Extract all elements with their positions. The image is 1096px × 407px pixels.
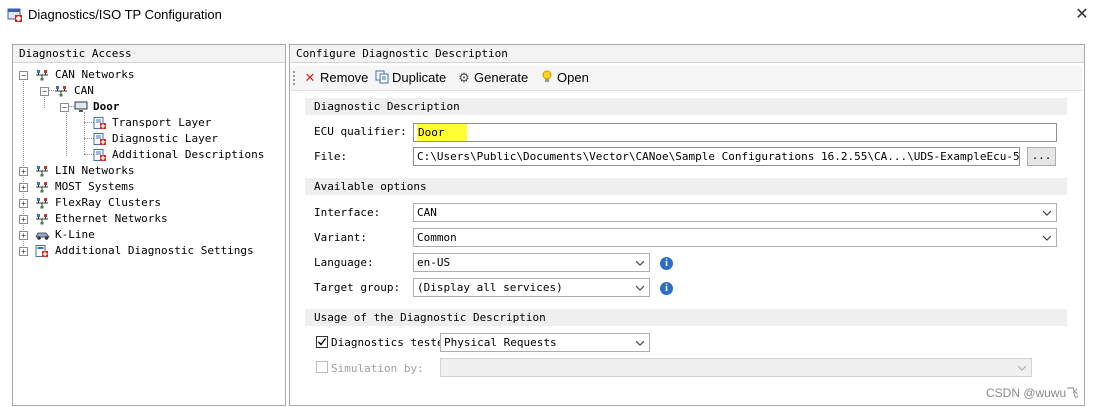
info-icon[interactable]: i xyxy=(660,282,673,295)
open-button[interactable]: Open xyxy=(540,66,589,90)
tree-expander[interactable]: + xyxy=(19,199,28,208)
tree-line xyxy=(23,78,24,252)
tree-expander[interactable]: + xyxy=(19,183,28,192)
toolbar-grip xyxy=(293,71,296,85)
tree-expander[interactable]: + xyxy=(19,215,28,224)
chevron-down-icon xyxy=(1018,365,1026,371)
diagnostics-tester-select[interactable]: Physical Requests xyxy=(440,333,650,352)
tree-expander[interactable]: + xyxy=(19,167,28,176)
section-available-options: Available options xyxy=(305,178,1067,195)
close-icon[interactable]: ✕ xyxy=(1072,3,1092,25)
network-icon xyxy=(54,85,68,97)
network-icon xyxy=(35,69,49,81)
toolbar: ✕ Remove Duplicate ⚙ Generate Open xyxy=(290,66,1082,91)
network-icon xyxy=(35,181,49,193)
layer-document-icon xyxy=(93,133,107,145)
interface-label: Interface: xyxy=(314,206,381,219)
tree-item-label[interactable]: LIN Networks xyxy=(55,163,134,179)
remove-x-icon: ✕ xyxy=(304,71,316,86)
network-icon xyxy=(35,197,49,209)
diagnostics-tester-checkbox[interactable] xyxy=(316,336,328,348)
panel-header: Configure Diagnostic Description xyxy=(290,45,1084,63)
simulation-checkbox[interactable] xyxy=(316,361,328,373)
chevron-down-icon xyxy=(636,285,644,291)
tree-expander[interactable]: + xyxy=(19,247,28,256)
target-group-select[interactable]: (Display all services) xyxy=(413,278,650,297)
simulation-select[interactable] xyxy=(440,358,1032,377)
chevron-down-icon xyxy=(636,340,644,346)
chevron-down-icon xyxy=(1043,210,1051,216)
file-label: File: xyxy=(314,150,348,163)
tree-expander[interactable]: − xyxy=(19,71,28,80)
tree-item-label[interactable]: CAN Networks xyxy=(55,67,134,83)
ecu-monitor-icon xyxy=(74,101,88,113)
tree-item-label[interactable]: Transport Layer xyxy=(112,115,211,131)
browse-button[interactable]: ... xyxy=(1027,147,1056,166)
variant-select[interactable]: Common xyxy=(413,228,1057,247)
tree-line xyxy=(44,94,45,108)
settings-document-icon xyxy=(35,245,49,257)
ecu-qualifier-value: Door xyxy=(417,124,467,141)
language-label: Language: xyxy=(314,256,374,269)
title-bar: Diagnostics/ISO TP Configuration ✕ xyxy=(0,0,1096,30)
chevron-down-icon xyxy=(636,260,644,266)
tree-item-label[interactable]: Additional Descriptions xyxy=(112,147,264,163)
tree-item-label[interactable]: FlexRay Clusters xyxy=(55,195,161,211)
tree-expander[interactable]: − xyxy=(60,103,69,112)
tree-item-label[interactable]: Door xyxy=(93,99,120,115)
layer-document-icon xyxy=(93,149,107,161)
tree-item-label[interactable]: MOST Systems xyxy=(55,179,134,195)
tree-line xyxy=(84,112,85,154)
watermark: CSDN @wuwu飞 xyxy=(986,386,1079,400)
tree-item-label[interactable]: Diagnostic Layer xyxy=(112,131,218,147)
window-title: Diagnostics/ISO TP Configuration xyxy=(28,7,222,22)
chevron-down-icon xyxy=(1043,235,1051,241)
kline-car-icon xyxy=(35,229,50,241)
network-icon xyxy=(35,165,49,177)
tree-expander[interactable]: − xyxy=(40,87,49,96)
info-icon[interactable]: i xyxy=(660,257,673,270)
network-icon xyxy=(35,213,49,225)
lightbulb-icon xyxy=(540,67,554,91)
variant-label: Variant: xyxy=(314,231,367,244)
diagnostics-tester-label[interactable]: Diagnostics tester xyxy=(331,336,450,350)
duplicate-button[interactable]: Duplicate xyxy=(375,66,446,90)
layer-document-icon xyxy=(93,117,107,129)
tree-item-label[interactable]: K-Line xyxy=(55,227,95,243)
tree-item-label[interactable]: Additional Diagnostic Settings xyxy=(55,243,254,259)
tree-item-label[interactable]: Ethernet Networks xyxy=(55,211,168,227)
target-group-label: Target group: xyxy=(314,281,401,294)
tree-expander[interactable]: + xyxy=(19,231,28,240)
ecu-qualifier-input[interactable]: Door xyxy=(413,123,1057,142)
section-usage: Usage of the Diagnostic Description xyxy=(305,309,1067,326)
duplicate-icon xyxy=(375,67,389,91)
panel-header: Diagnostic Access xyxy=(13,45,285,63)
tree-item-label[interactable]: CAN xyxy=(74,83,94,99)
section-diagnostic-description: Diagnostic Description xyxy=(305,98,1067,115)
file-path-input[interactable]: C:\Users\Public\Documents\Vector\CANoe\S… xyxy=(413,147,1020,166)
simulation-label: Simulation by: xyxy=(331,362,424,375)
tree-line xyxy=(66,110,67,156)
language-select[interactable]: en-US xyxy=(413,253,650,272)
ecu-qualifier-label: ECU qualifier: xyxy=(314,125,407,138)
interface-select[interactable]: CAN xyxy=(413,203,1057,222)
generate-button[interactable]: ⚙ Generate xyxy=(457,66,528,90)
app-icon xyxy=(7,8,22,22)
gears-icon: ⚙ xyxy=(458,71,470,86)
remove-button[interactable]: ✕ Remove xyxy=(303,66,369,90)
